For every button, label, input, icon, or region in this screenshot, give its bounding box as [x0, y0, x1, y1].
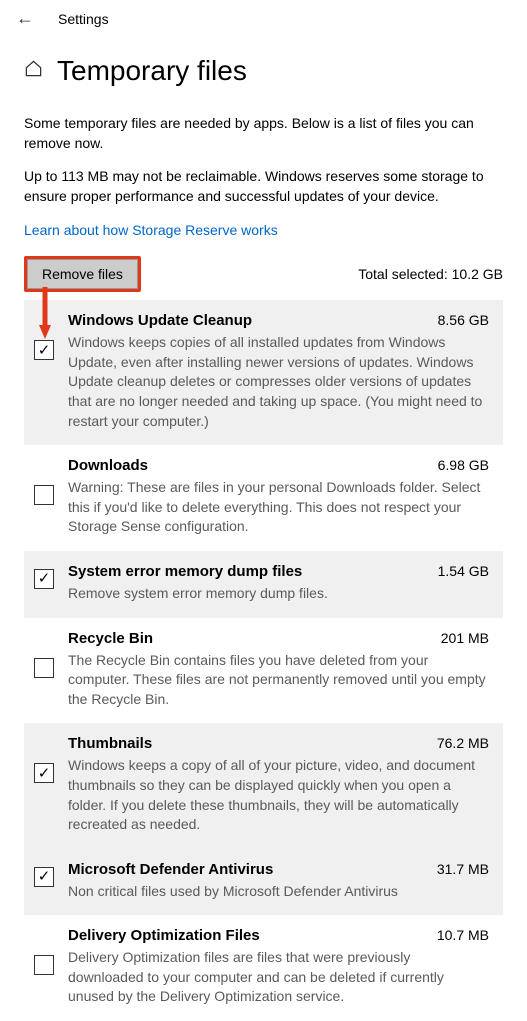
category-description: Windows keeps copies of all installed up… — [68, 333, 489, 431]
category-title: Microsoft Defender Antivirus — [68, 861, 273, 878]
checkmark-icon: ✓ — [38, 766, 51, 781]
total-selected: Total selected: 10.2 GB — [358, 266, 503, 282]
category-checkbox[interactable] — [34, 485, 54, 505]
remove-button-highlight: Remove files — [24, 256, 141, 292]
category-description: Delivery Optimization files are files th… — [68, 948, 489, 1007]
category-size: 1.54 GB — [438, 563, 489, 579]
category-title: System error memory dump files — [68, 563, 302, 580]
category-description: Warning: These are files in your persona… — [68, 478, 489, 537]
intro-text-2: Up to 113 MB may not be reclaimable. Win… — [24, 166, 503, 207]
remove-files-button[interactable]: Remove files — [27, 259, 138, 289]
file-category-list: ✓ Windows Update Cleanup 8.56 GB Windows ke… — [24, 300, 503, 1021]
category-title: Windows Update Cleanup — [68, 312, 252, 329]
file-category-row: Downloads 6.98 GB Warning: These are files… — [24, 445, 503, 551]
category-description: Non critical files used by Microsoft Def… — [68, 882, 489, 902]
back-icon[interactable]: ← — [16, 8, 34, 29]
settings-label: Settings — [58, 11, 109, 27]
category-title: Downloads — [68, 457, 148, 474]
storage-reserve-link[interactable]: Learn about how Storage Reserve works — [24, 222, 278, 238]
category-size: 10.7 MB — [437, 927, 489, 943]
file-category-row: ✓ Thumbnails 76.2 MB Windows keeps a copy o… — [24, 723, 503, 848]
file-category-row: Delivery Optimization Files 10.7 MB Delive… — [24, 915, 503, 1021]
checkmark-icon: ✓ — [38, 343, 51, 358]
category-description: Remove system error memory dump files. — [68, 584, 489, 604]
file-category-row: ✓ Microsoft Defender Antivirus 31.7 MB Non … — [24, 849, 503, 916]
category-checkbox[interactable] — [34, 955, 54, 975]
checkmark-icon: ✓ — [38, 571, 51, 586]
category-description: The Recycle Bin contains files you have … — [68, 651, 489, 710]
intro-text-1: Some temporary files are needed by apps.… — [24, 113, 503, 154]
category-size: 6.98 GB — [438, 457, 489, 473]
category-checkbox[interactable]: ✓ — [34, 569, 54, 589]
checkmark-icon: ✓ — [38, 869, 51, 884]
category-size: 201 MB — [441, 630, 489, 646]
file-category-row: ✓ Windows Update Cleanup 8.56 GB Windows ke… — [24, 300, 503, 445]
page-title: Temporary files — [57, 55, 247, 87]
category-size: 76.2 MB — [437, 735, 489, 751]
file-category-row: Recycle Bin 201 MB The Recycle Bin contain… — [24, 618, 503, 724]
category-checkbox[interactable]: ✓ — [34, 763, 54, 783]
category-title: Thumbnails — [68, 735, 152, 752]
category-checkbox[interactable]: ✓ — [34, 867, 54, 887]
category-title: Delivery Optimization Files — [68, 927, 260, 944]
category-description: Windows keeps a copy of all of your pict… — [68, 756, 489, 834]
category-title: Recycle Bin — [68, 630, 153, 647]
category-checkbox[interactable]: ✓ — [34, 340, 54, 360]
category-size: 8.56 GB — [438, 312, 489, 328]
category-size: 31.7 MB — [437, 861, 489, 877]
home-icon[interactable] — [24, 59, 43, 83]
file-category-row: ✓ System error memory dump files 1.54 GB Re… — [24, 551, 503, 618]
category-checkbox[interactable] — [34, 658, 54, 678]
